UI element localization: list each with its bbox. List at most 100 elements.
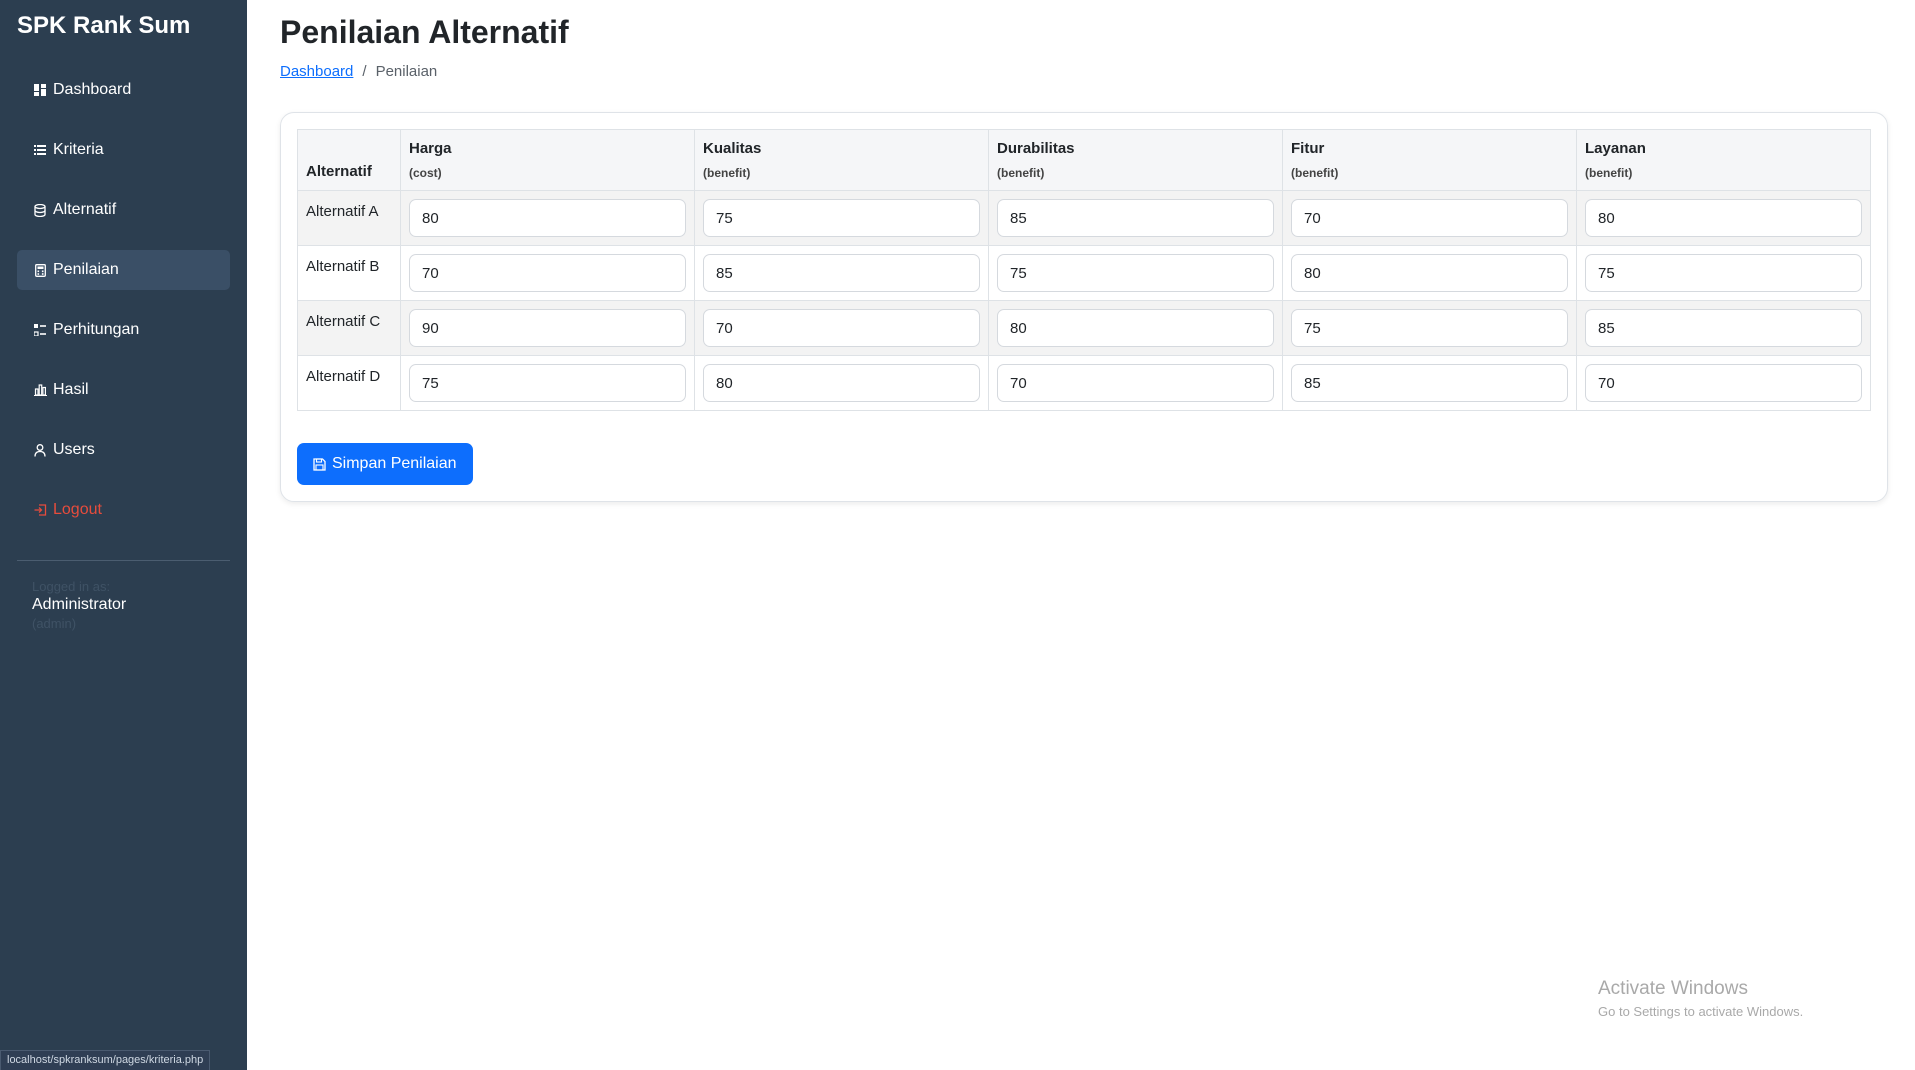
- page-title: Penilaian Alternatif: [280, 14, 569, 50]
- bar-chart-icon: [33, 383, 47, 397]
- criteria-type: (benefit): [1585, 166, 1633, 180]
- score-input-kualitas[interactable]: [703, 254, 980, 292]
- sidebar-item-label: Perhitungan: [53, 321, 140, 338]
- score-input-kualitas[interactable]: [703, 309, 980, 347]
- sidebar-item-label: Alternatif: [53, 201, 117, 218]
- score-cell: [1282, 245, 1577, 301]
- column-header-fitur: Fitur (benefit): [1282, 129, 1577, 191]
- watermark-subtitle: Go to Settings to activate Windows.: [1598, 1004, 1804, 1019]
- sidebar-item-label: Hasil: [53, 381, 89, 398]
- score-cell: [988, 300, 1283, 356]
- list-icon: [33, 143, 47, 157]
- score-cell: [988, 355, 1283, 411]
- score-input-harga[interactable]: [409, 199, 686, 237]
- score-cell: [694, 245, 989, 301]
- table-header-row: Alternatif Harga (cost) Kualitas (benefi…: [297, 129, 1871, 191]
- score-input-layanan[interactable]: [1585, 364, 1862, 402]
- score-input-harga[interactable]: [409, 309, 686, 347]
- breadcrumb-dashboard-link[interactable]: Dashboard: [280, 63, 353, 80]
- score-input-fitur[interactable]: [1291, 364, 1568, 402]
- score-cell: [694, 300, 989, 356]
- score-cell: [1282, 300, 1577, 356]
- calculation-icon: [33, 323, 47, 337]
- score-input-fitur[interactable]: [1291, 254, 1568, 292]
- floppy-disk-icon: [313, 457, 326, 471]
- score-input-layanan[interactable]: [1585, 309, 1862, 347]
- breadcrumb-separator: /: [362, 63, 367, 80]
- score-cell: [1576, 300, 1871, 356]
- sidebar-item-penilaian[interactable]: Penilaian: [17, 250, 230, 290]
- score-input-fitur[interactable]: [1291, 199, 1568, 237]
- sidebar-item-label: Kriteria: [53, 141, 104, 158]
- table-row: Alternatif C: [297, 300, 1871, 356]
- score-input-harga[interactable]: [409, 364, 686, 402]
- score-cell: [400, 245, 695, 301]
- score-input-layanan[interactable]: [1585, 199, 1862, 237]
- save-penilaian-button[interactable]: Simpan Penilaian: [297, 443, 473, 485]
- app-brand[interactable]: SPK Rank Sum: [17, 0, 230, 70]
- sidebar-item-logout[interactable]: Logout: [17, 490, 230, 530]
- calculator-icon: [33, 263, 47, 277]
- criteria-name: Harga: [409, 140, 452, 157]
- column-header-kualitas: Kualitas (benefit): [694, 129, 989, 191]
- sidebar-item-label: Dashboard: [53, 81, 132, 98]
- alternatif-name: Alternatif C: [297, 300, 401, 356]
- score-cell: [1576, 190, 1871, 246]
- sidebar: SPK Rank Sum Dashboard Kriteria Alternat…: [0, 0, 247, 1070]
- user-info: Logged in as: Administrator (admin): [17, 579, 230, 631]
- sidebar-item-users[interactable]: Users: [17, 430, 230, 470]
- score-input-durabilitas[interactable]: [997, 364, 1274, 402]
- column-header-alternatif: Alternatif: [297, 129, 401, 191]
- alternatif-name: Alternatif B: [297, 245, 401, 301]
- user-name: Administrator: [32, 596, 127, 613]
- score-input-layanan[interactable]: [1585, 254, 1862, 292]
- score-cell: [988, 190, 1283, 246]
- alternatif-name: Alternatif A: [297, 190, 401, 246]
- score-input-fitur[interactable]: [1291, 309, 1568, 347]
- score-cell: [1282, 355, 1577, 411]
- score-input-durabilitas[interactable]: [997, 254, 1274, 292]
- grid-icon: [33, 83, 47, 97]
- main-content: Penilaian Alternatif Dashboard / Penilai…: [280, 0, 1888, 502]
- database-icon: [33, 203, 47, 217]
- score-cell: [1576, 355, 1871, 411]
- penilaian-form: Alternatif Harga (cost) Kualitas (benefi…: [297, 129, 1871, 485]
- sidebar-item-hasil[interactable]: Hasil: [17, 370, 230, 410]
- score-cell: [1576, 245, 1871, 301]
- score-cell: [400, 300, 695, 356]
- sidebar-item-perhitungan[interactable]: Perhitungan: [17, 310, 230, 350]
- criteria-type: (benefit): [703, 166, 751, 180]
- column-header-harga: Harga (cost): [400, 129, 695, 191]
- score-cell: [1282, 190, 1577, 246]
- score-cell: [694, 355, 989, 411]
- criteria-type: (benefit): [997, 166, 1045, 180]
- score-input-harga[interactable]: [409, 254, 686, 292]
- table-row: Alternatif B: [297, 245, 1871, 301]
- windows-activation-watermark: Activate Windows Go to Settings to activ…: [1598, 978, 1803, 1019]
- criteria-type: (cost): [409, 166, 442, 180]
- table-row: Alternatif A: [297, 190, 1871, 246]
- score-cell: [400, 190, 695, 246]
- score-input-kualitas[interactable]: [703, 199, 980, 237]
- criteria-type: (benefit): [1291, 166, 1339, 180]
- score-input-kualitas[interactable]: [703, 364, 980, 402]
- column-header-durabilitas: Durabilitas (benefit): [988, 129, 1283, 191]
- sidebar-item-label: Penilaian: [53, 261, 119, 278]
- alternatif-name: Alternatif D: [297, 355, 401, 411]
- sidebar-item-alternatif[interactable]: Alternatif: [17, 190, 230, 230]
- criteria-name: Layanan: [1585, 140, 1646, 157]
- sidebar-nav: Dashboard Kriteria Alternatif Penilaian …: [17, 70, 230, 530]
- score-cell: [694, 190, 989, 246]
- sidebar-item-kriteria[interactable]: Kriteria: [17, 130, 230, 170]
- score-input-durabilitas[interactable]: [997, 309, 1274, 347]
- column-header-layanan: Layanan (benefit): [1576, 129, 1871, 191]
- penilaian-table: Alternatif Harga (cost) Kualitas (benefi…: [297, 129, 1871, 411]
- sidebar-item-dashboard[interactable]: Dashboard: [17, 70, 230, 110]
- person-icon: [33, 443, 47, 457]
- user-caption: Logged in as:: [32, 579, 111, 594]
- breadcrumb-current: Penilaian: [375, 63, 438, 80]
- sidebar-item-label: Logout: [53, 501, 102, 518]
- score-cell: [988, 245, 1283, 301]
- score-input-durabilitas[interactable]: [997, 199, 1274, 237]
- score-cell: [400, 355, 695, 411]
